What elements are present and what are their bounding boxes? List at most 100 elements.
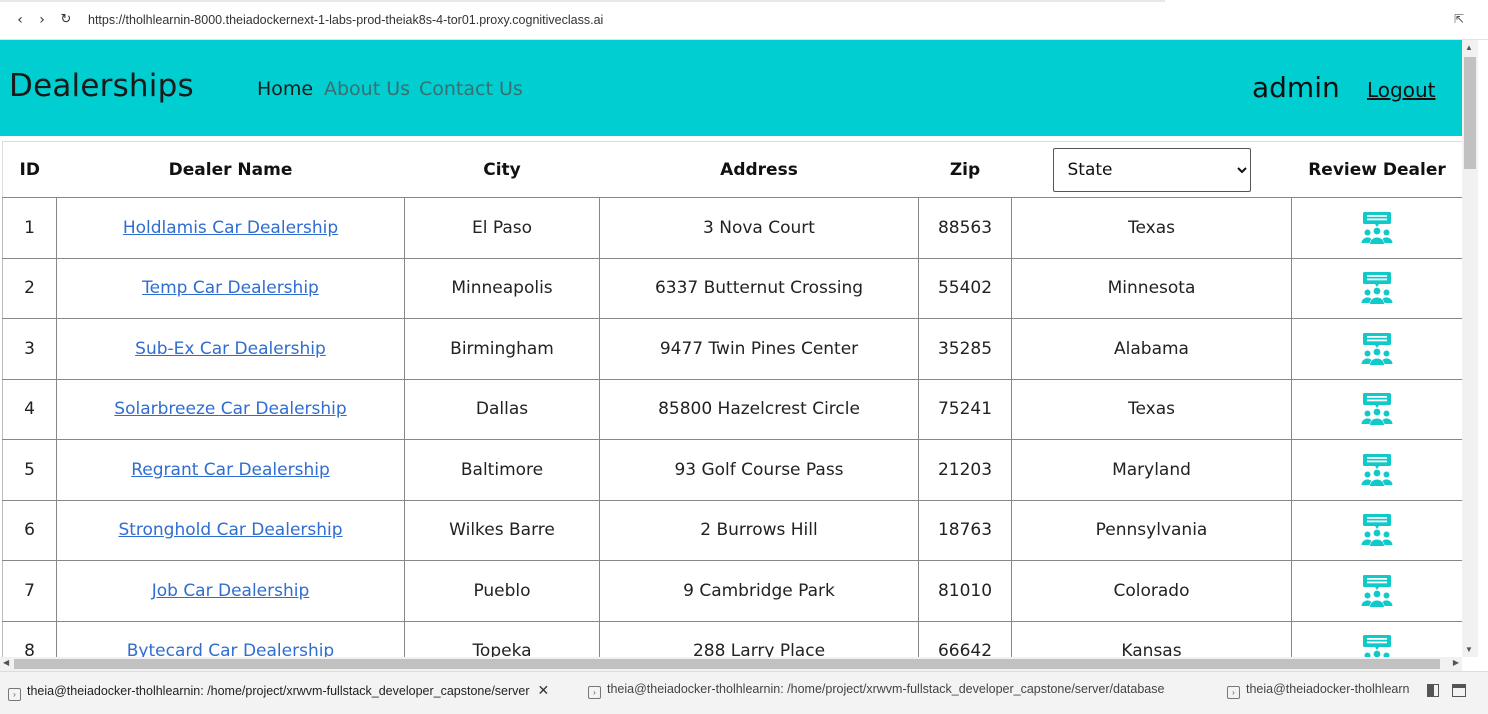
- cell-dealer-name: Holdlamis Car Dealership: [56, 197, 405, 259]
- header-state: State: [1011, 141, 1292, 198]
- cell-city: Birmingham: [404, 318, 600, 380]
- cell-address: 2 Burrows Hill: [599, 499, 919, 561]
- dealer-link[interactable]: Holdlamis Car Dealership: [123, 218, 338, 238]
- table-row: 8 Bytecard Car Dealership Topeka 288 Larry …: [2, 620, 1462, 657]
- cell-address: 9477 Twin Pines Center: [599, 318, 919, 380]
- terminal-tab-3[interactable]: › theia@theiadocker-tholhlearn: [1227, 682, 1409, 699]
- review-people-icon[interactable]: [1360, 634, 1394, 657]
- cell-id: 7: [2, 560, 57, 622]
- cell-review: [1291, 257, 1462, 319]
- dealer-link[interactable]: Solarbreeze Car Dealership: [114, 399, 346, 419]
- terminal-icon: ›: [8, 688, 21, 701]
- nav-link-about[interactable]: About Us: [324, 78, 410, 100]
- split-panel-icon[interactable]: [1427, 684, 1439, 697]
- header-dealer-name: Dealer Name: [56, 141, 405, 198]
- dealer-link[interactable]: Job Car Dealership: [152, 581, 310, 601]
- review-people-icon[interactable]: [1360, 574, 1394, 608]
- vertical-scroll-thumb[interactable]: [1464, 57, 1476, 169]
- cell-zip: 35285: [918, 318, 1012, 380]
- url-text[interactable]: https://tholhlearnin-8000.theiadockernex…: [88, 13, 603, 27]
- scroll-down-icon[interactable]: ▼: [1465, 645, 1473, 654]
- table-row: 4 Solarbreeze Car Dealership Dallas 85800 H…: [2, 378, 1462, 440]
- cell-dealer-name: Job Car Dealership: [56, 560, 405, 622]
- cell-review: [1291, 439, 1462, 501]
- table-row: 7 Job Car Dealership Pueblo 9 Cambridge Par…: [2, 560, 1462, 622]
- logout-link[interactable]: Logout: [1367, 78, 1435, 102]
- cell-city: Minneapolis: [404, 257, 600, 319]
- cell-state: Texas: [1011, 378, 1292, 440]
- cell-state: Texas: [1011, 197, 1292, 259]
- horizontal-scrollbar[interactable]: ◀ ▶: [0, 657, 1462, 671]
- review-people-icon[interactable]: [1360, 332, 1394, 366]
- cell-review: [1291, 620, 1462, 657]
- cell-id: 8: [2, 620, 57, 657]
- cell-review: [1291, 197, 1462, 259]
- scroll-right-icon[interactable]: ▶: [1453, 658, 1459, 667]
- cell-zip: 18763: [918, 499, 1012, 561]
- nav-link-home[interactable]: Home: [257, 78, 313, 100]
- review-people-icon[interactable]: [1360, 392, 1394, 426]
- cell-address: 288 Larry Place: [599, 620, 919, 657]
- dealers-table: ID Dealer Name City Address Zip State Re…: [2, 141, 1462, 657]
- dealers-table-body: 1 Holdlamis Car Dealership El Paso 3 Nova C…: [2, 197, 1462, 657]
- cell-state: Minnesota: [1011, 257, 1292, 319]
- header-id: ID: [2, 141, 57, 198]
- cell-dealer-name: Temp Car Dealership: [56, 257, 405, 319]
- cell-city: Pueblo: [404, 560, 600, 622]
- cell-state: Kansas: [1011, 620, 1292, 657]
- cell-id: 1: [2, 197, 57, 259]
- header-review-dealer: Review Dealer: [1291, 141, 1462, 198]
- brand-title[interactable]: Dealerships: [9, 68, 194, 104]
- review-people-icon[interactable]: [1360, 453, 1394, 487]
- cell-state: Alabama: [1011, 318, 1292, 380]
- cell-address: 85800 Hazelcrest Circle: [599, 378, 919, 440]
- terminal-tab-bar: › theia@theiadocker-tholhlearnin: /home/p…: [0, 671, 1488, 714]
- table-row: 5 Regrant Car Dealership Baltimore 93 Golf …: [2, 439, 1462, 501]
- close-icon[interactable]: ✕: [538, 682, 550, 698]
- header-zip: Zip: [918, 141, 1012, 198]
- browser-url-bar: ‹ › ↻ https://tholhlearnin-8000.theiadoc…: [0, 0, 1488, 40]
- cell-dealer-name: Sub-Ex Car Dealership: [56, 318, 405, 380]
- maximize-panel-icon[interactable]: [1452, 684, 1466, 697]
- table-row: 2 Temp Car Dealership Minneapolis 6337 Butt…: [2, 257, 1462, 319]
- review-people-icon[interactable]: [1360, 211, 1394, 245]
- cell-city: El Paso: [404, 197, 600, 259]
- header-city: City: [404, 141, 600, 198]
- dealer-link[interactable]: Bytecard Car Dealership: [127, 641, 334, 657]
- cell-address: 6337 Butternut Crossing: [599, 257, 919, 319]
- cell-id: 4: [2, 378, 57, 440]
- terminal-icon: ›: [588, 686, 601, 699]
- scroll-left-icon[interactable]: ◀: [3, 658, 9, 667]
- terminal-tab-label: theia@theiadocker-tholhlearnin: /home/pr…: [607, 682, 1165, 696]
- scroll-up-icon[interactable]: ▲: [1465, 43, 1473, 52]
- dealer-link[interactable]: Regrant Car Dealership: [131, 460, 330, 480]
- terminal-icon: ›: [1227, 686, 1240, 699]
- header-address: Address: [599, 141, 919, 198]
- cell-id: 6: [2, 499, 57, 561]
- state-filter-select[interactable]: State: [1052, 147, 1251, 192]
- forward-icon[interactable]: ›: [35, 12, 49, 28]
- reload-icon[interactable]: ↻: [59, 12, 73, 28]
- dealer-link[interactable]: Sub-Ex Car Dealership: [135, 339, 326, 359]
- horizontal-scroll-thumb[interactable]: [14, 659, 1440, 669]
- back-icon[interactable]: ‹: [13, 12, 27, 28]
- vertical-scrollbar[interactable]: ▲ ▼: [1462, 40, 1478, 657]
- review-people-icon[interactable]: [1360, 271, 1394, 305]
- cell-review: [1291, 378, 1462, 440]
- dealer-link[interactable]: Temp Car Dealership: [142, 278, 319, 298]
- review-people-icon[interactable]: [1360, 513, 1394, 547]
- cell-state: Maryland: [1011, 439, 1292, 501]
- nav-link-contact[interactable]: Contact Us: [419, 78, 523, 100]
- cell-dealer-name: Bytecard Car Dealership: [56, 620, 405, 657]
- table-row: 3 Sub-Ex Car Dealership Birmingham 9477 Twi…: [2, 318, 1462, 380]
- terminal-tab-1[interactable]: › theia@theiadocker-tholhlearnin: /home/p…: [8, 682, 549, 701]
- open-external-icon[interactable]: ⇱: [1454, 12, 1464, 26]
- dealer-link[interactable]: Stronghold Car Dealership: [118, 520, 342, 540]
- cell-zip: 66642: [918, 620, 1012, 657]
- cell-zip: 88563: [918, 197, 1012, 259]
- table-row: 1 Holdlamis Car Dealership El Paso 3 Nova C…: [2, 197, 1462, 259]
- cell-city: Baltimore: [404, 439, 600, 501]
- terminal-tab-2[interactable]: › theia@theiadocker-tholhlearnin: /home/p…: [588, 682, 1164, 699]
- cell-city: Dallas: [404, 378, 600, 440]
- cell-state: Colorado: [1011, 560, 1292, 622]
